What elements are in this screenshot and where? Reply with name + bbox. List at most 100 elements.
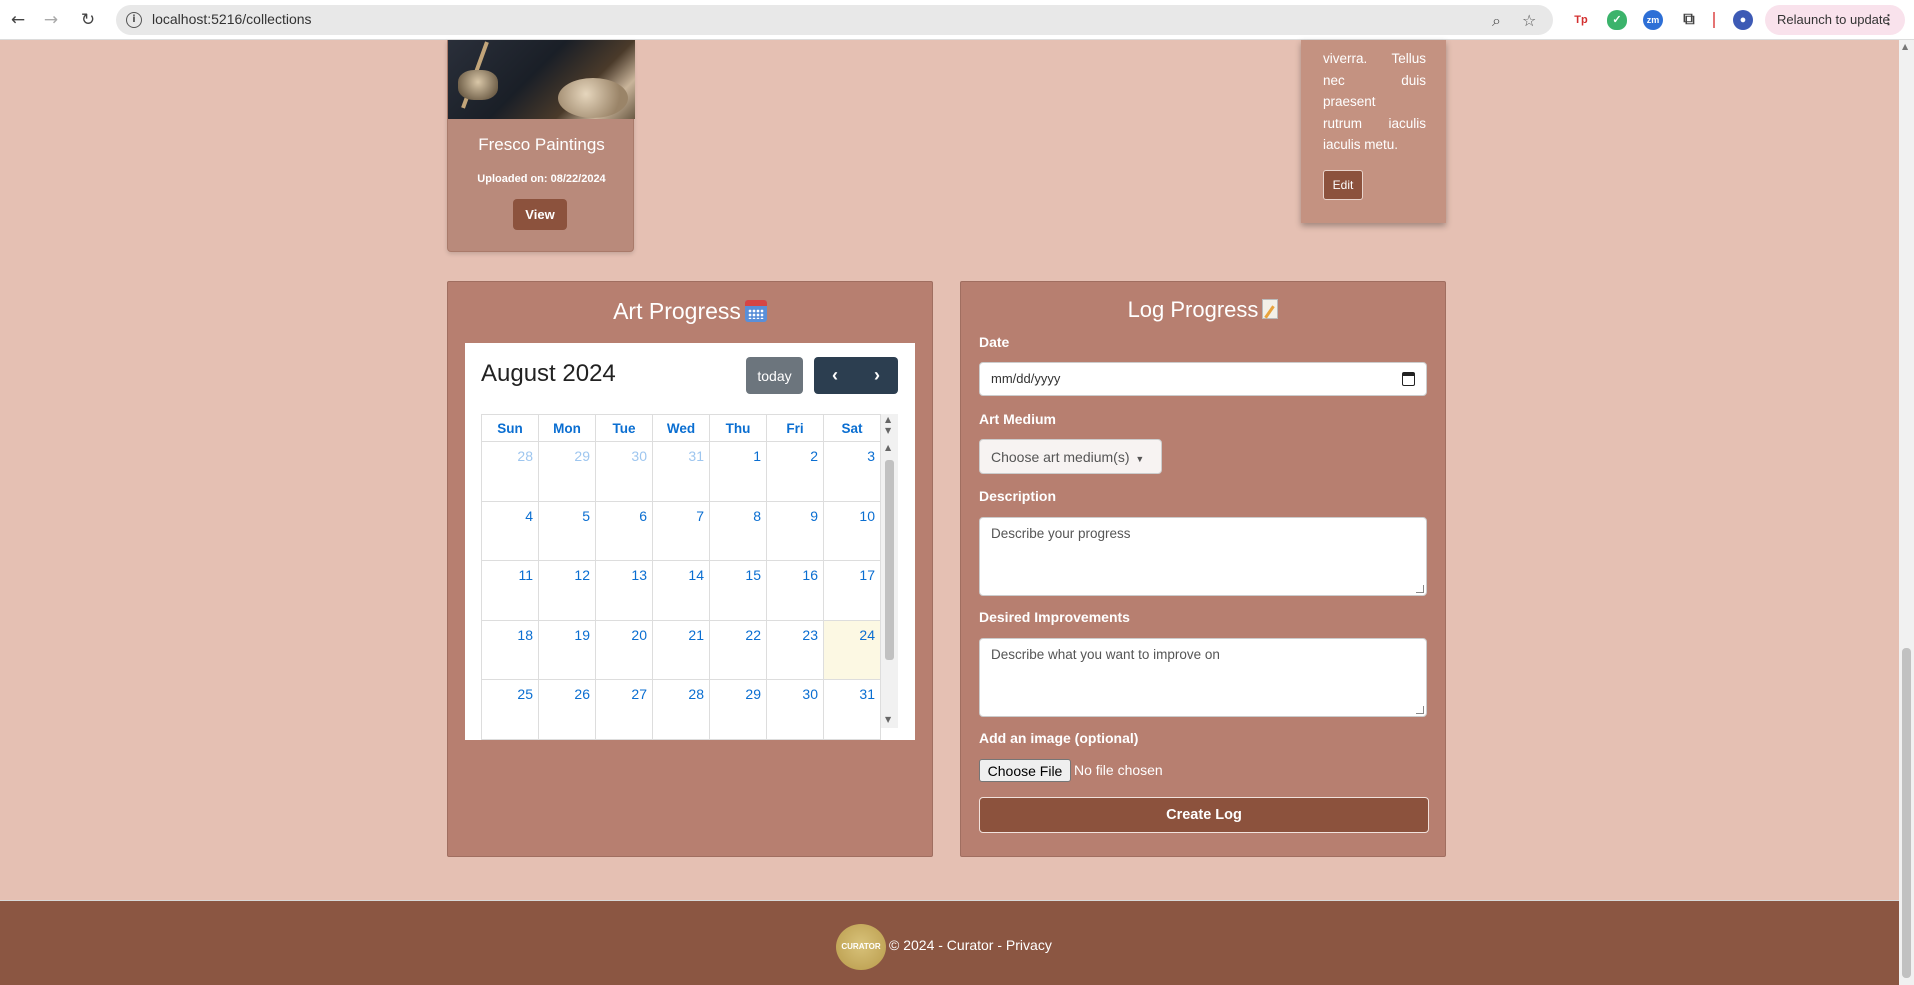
choose-file-button[interactable]: Choose File bbox=[979, 759, 1071, 782]
art-progress-heading: Art Progress bbox=[448, 298, 932, 325]
collection-card: Fresco Paintings Uploaded on: 08/22/2024… bbox=[447, 40, 635, 252]
calendar-day-cell[interactable]: 18 bbox=[481, 619, 539, 681]
calendar-day-cell[interactable]: 4 bbox=[481, 500, 539, 562]
create-log-button[interactable]: Create Log bbox=[979, 797, 1429, 833]
calendar-day-cell[interactable]: 5 bbox=[538, 500, 596, 562]
improvements-textarea[interactable]: Describe what you want to improve on bbox=[979, 638, 1427, 717]
curator-logo[interactable]: CURATOR bbox=[836, 924, 886, 970]
calendar-body-scroll-down-icon[interactable]: ▼ bbox=[885, 715, 891, 724]
calendar-day-cell[interactable]: 29 bbox=[538, 441, 596, 502]
scroll-up-arrow-icon[interactable]: ▲ bbox=[1902, 42, 1908, 51]
tp-extension-icon[interactable]: Tp bbox=[1571, 10, 1591, 30]
calendar-day-cell[interactable]: 21 bbox=[652, 619, 710, 681]
log-progress-heading: Log Progress bbox=[961, 297, 1445, 323]
calendar-day-cell[interactable]: 22 bbox=[709, 619, 767, 681]
calendar-day-cell[interactable]: 11 bbox=[481, 560, 539, 621]
description-line: viverra. Tellus bbox=[1323, 51, 1426, 66]
calendar-day-cell[interactable]: 30 bbox=[766, 679, 824, 740]
calendar-week-row: 4 5 6 7 8 9 10 bbox=[481, 500, 881, 562]
calendar-week-row: 18 19 20 21 22 23 24 bbox=[481, 619, 881, 681]
profile-avatar-icon[interactable]: ● bbox=[1733, 10, 1753, 30]
calendar-day-cell[interactable]: 3 bbox=[823, 441, 881, 502]
zoom-icon[interactable]: ⌕ bbox=[1492, 11, 1501, 31]
weekday-header: Sat bbox=[823, 414, 881, 442]
description-line: nec duis bbox=[1323, 72, 1426, 88]
description-placeholder: Describe your progress bbox=[991, 526, 1131, 541]
calendar-scrollbar[interactable]: ▲ ▼ ▲ ▼ bbox=[881, 414, 898, 728]
forward-arrow-icon[interactable]: → bbox=[41, 10, 61, 30]
description-textarea[interactable]: Describe your progress bbox=[979, 517, 1427, 596]
zm-extension-icon[interactable]: zm bbox=[1643, 10, 1663, 30]
bookmark-star-icon[interactable]: ☆ bbox=[1522, 11, 1536, 30]
calendar-day-cell[interactable]: 1 bbox=[709, 441, 767, 502]
calendar-picker-icon[interactable] bbox=[1402, 372, 1415, 386]
description-line: praesent bbox=[1323, 94, 1376, 109]
calendar-day-cell[interactable]: 12 bbox=[538, 560, 596, 621]
calendar-day-cell[interactable]: 10 bbox=[823, 500, 881, 562]
page-scrollbar-thumb[interactable] bbox=[1902, 648, 1911, 978]
calendar-scroll-up-icon[interactable]: ▲ bbox=[885, 415, 891, 424]
address-bar[interactable]: i localhost:5216/collections ⌕ ☆ bbox=[116, 5, 1553, 35]
today-button[interactable]: today bbox=[746, 357, 803, 394]
improvements-label: Desired Improvements bbox=[979, 609, 1130, 625]
description-text: viverra. Tellus nec duis praesent rutrum… bbox=[1323, 48, 1426, 156]
calendar-day-cell[interactable]: 17 bbox=[823, 560, 881, 621]
calendar-day-cell[interactable]: 25 bbox=[481, 679, 539, 740]
calendar-scroll-down-icon[interactable]: ▼ bbox=[885, 426, 891, 435]
calendar-day-cell[interactable]: 19 bbox=[538, 619, 596, 681]
date-input[interactable]: mm/dd/yyyy bbox=[979, 362, 1427, 396]
art-medium-dropdown[interactable]: Choose art medium(s) ▼ bbox=[979, 439, 1162, 474]
calendar-day-cell[interactable]: 14 bbox=[652, 560, 710, 621]
relaunch-button[interactable]: Relaunch to update ⋮ bbox=[1765, 5, 1905, 35]
calendar-day-cell[interactable]: 23 bbox=[766, 619, 824, 681]
calendar-day-cell[interactable]: 28 bbox=[481, 441, 539, 502]
calendar-day-cell[interactable]: 27 bbox=[595, 679, 653, 740]
calendar-week-row: 11 12 13 14 15 16 17 bbox=[481, 560, 881, 621]
weekday-header: Wed bbox=[652, 414, 710, 442]
calendar-day-cell[interactable]: 2 bbox=[766, 441, 824, 502]
calendar-day-cell[interactable]: 13 bbox=[595, 560, 653, 621]
privacy-link[interactable]: Privacy bbox=[1006, 937, 1052, 953]
resize-grip-icon[interactable] bbox=[1416, 706, 1424, 714]
calendar-day-cell[interactable]: 20 bbox=[595, 619, 653, 681]
weekday-header: Tue bbox=[595, 414, 653, 442]
address-url[interactable]: localhost:5216/collections bbox=[152, 11, 312, 27]
edit-button[interactable]: Edit bbox=[1323, 170, 1363, 200]
back-arrow-icon[interactable]: ← bbox=[8, 10, 28, 30]
calendar-day-cell[interactable]: 31 bbox=[652, 441, 710, 502]
date-label: Date bbox=[979, 334, 1010, 350]
view-button[interactable]: View bbox=[513, 199, 567, 230]
calendar-day-cell[interactable]: 15 bbox=[709, 560, 767, 621]
footer-copyright-text: © 2024 - Curator - bbox=[889, 937, 1006, 953]
calendar-body-scroll-up-icon[interactable]: ▲ bbox=[885, 443, 891, 452]
reload-icon[interactable]: ↻ bbox=[78, 10, 98, 30]
file-status-text: No file chosen bbox=[1074, 762, 1163, 778]
calendar-day-cell[interactable]: 31 bbox=[823, 679, 881, 740]
calendar-day-cell[interactable]: 7 bbox=[652, 500, 710, 562]
date-placeholder: mm/dd/yyyy bbox=[991, 371, 1061, 386]
calendar-day-cell[interactable]: 6 bbox=[595, 500, 653, 562]
calendar-day-cell[interactable]: 24 bbox=[823, 619, 881, 681]
calendar-scrollbar-thumb[interactable] bbox=[885, 460, 894, 660]
art-progress-panel: Art Progress August 2024 today ‹ › Sun Mo… bbox=[447, 281, 933, 857]
collection-title: Fresco Paintings bbox=[478, 135, 605, 154]
chevron-left-icon[interactable]: ‹ bbox=[814, 357, 856, 394]
more-menu-icon[interactable]: ⋮ bbox=[1882, 5, 1895, 35]
calendar-day-cell[interactable]: 26 bbox=[538, 679, 596, 740]
extensions-puzzle-icon[interactable]: ⧉ bbox=[1679, 10, 1699, 30]
description-label: Description bbox=[979, 488, 1057, 504]
calendar-day-cell[interactable]: 29 bbox=[709, 679, 767, 740]
calendar-day-cell[interactable]: 9 bbox=[766, 500, 824, 562]
caret-down-icon: ▼ bbox=[1135, 453, 1145, 464]
site-info-icon[interactable]: i bbox=[126, 12, 142, 28]
calendar-day-cell[interactable]: 28 bbox=[652, 679, 710, 740]
toolbar-divider bbox=[1713, 12, 1715, 28]
resize-grip-icon[interactable] bbox=[1416, 585, 1424, 593]
calendar-day-cell[interactable]: 30 bbox=[595, 441, 653, 502]
page-scrollbar[interactable]: ▲ bbox=[1899, 40, 1914, 985]
calendar-day-cell[interactable]: 16 bbox=[766, 560, 824, 621]
calendar-day-cell[interactable]: 8 bbox=[709, 500, 767, 562]
shield-extension-icon[interactable]: ✓ bbox=[1607, 10, 1627, 30]
improvements-placeholder: Describe what you want to improve on bbox=[991, 647, 1220, 662]
chevron-right-icon[interactable]: › bbox=[856, 357, 898, 394]
